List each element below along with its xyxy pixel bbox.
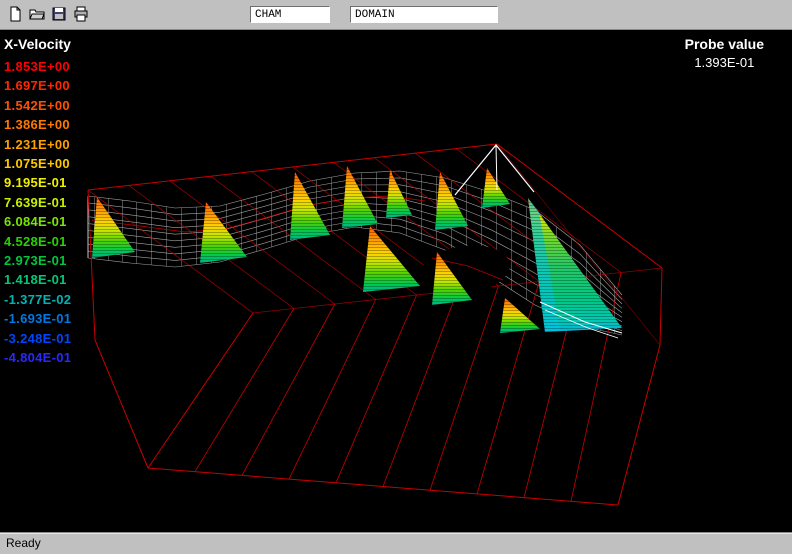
legend-entry: 2.973E-01 [4, 251, 71, 270]
status-text: Ready [0, 533, 792, 553]
legend-entry: -1.377E-02 [4, 290, 71, 309]
probe-label: Probe value [685, 36, 764, 52]
legend-title: X-Velocity [4, 36, 71, 52]
legend: X-Velocity 1.853E+001.697E+001.542E+001.… [4, 36, 71, 368]
save-button[interactable] [48, 4, 70, 26]
print-icon [73, 6, 89, 25]
app-window: X-Velocity 1.853E+001.697E+001.542E+001.… [0, 0, 792, 554]
save-icon [51, 6, 67, 25]
legend-entry: 1.386E+00 [4, 115, 71, 134]
legend-entry: 9.195E-01 [4, 173, 71, 192]
legend-entry: 1.418E-01 [4, 270, 71, 289]
domain-field[interactable] [350, 6, 498, 23]
print-button[interactable] [70, 4, 92, 26]
status-bar: Ready [0, 532, 792, 554]
open-folder-icon [29, 6, 45, 25]
legend-entries: 1.853E+001.697E+001.542E+001.386E+001.23… [4, 57, 71, 368]
toolbar [0, 0, 792, 30]
viewport: X-Velocity 1.853E+001.697E+001.542E+001.… [0, 30, 792, 532]
scene-3d-view[interactable] [0, 30, 792, 532]
probe-value: 1.393E-01 [685, 55, 764, 70]
cham-field[interactable] [250, 6, 330, 23]
legend-entry: 1.542E+00 [4, 96, 71, 115]
legend-entry: 6.084E-01 [4, 212, 71, 231]
legend-entry: 1.075E+00 [4, 154, 71, 173]
legend-entry: -4.804E-01 [4, 348, 71, 367]
legend-entry: 1.697E+00 [4, 76, 71, 95]
open-file-button[interactable] [26, 4, 48, 26]
legend-entry: -3.248E-01 [4, 329, 71, 348]
legend-entry: 1.853E+00 [4, 57, 71, 76]
legend-entry: 4.528E-01 [4, 232, 71, 251]
new-file-button[interactable] [4, 4, 26, 26]
legend-entry: 1.231E+00 [4, 135, 71, 154]
probe-readout: Probe value 1.393E-01 [685, 36, 764, 70]
legend-entry: -1.693E-01 [4, 309, 71, 328]
new-file-icon [7, 6, 23, 25]
legend-entry: 7.639E-01 [4, 193, 71, 212]
